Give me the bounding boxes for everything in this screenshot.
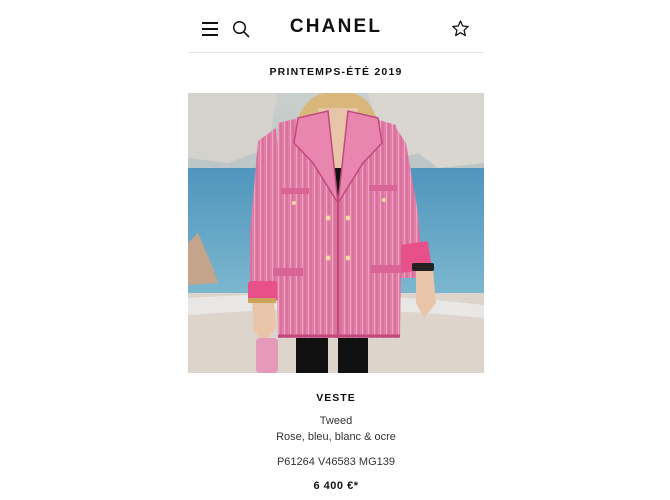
product-image[interactable] (188, 93, 484, 373)
product-colors: Rose, bleu, blanc & ocre (276, 431, 396, 443)
product-name[interactable]: VESTE (188, 392, 484, 404)
star-icon[interactable] (451, 19, 470, 38)
product-page: CHANEL PRINTEMPS-ÉTÉ 2019 VESTE Tweed Ro… (0, 0, 670, 500)
top-nav-bar: CHANEL (188, 0, 484, 53)
brand-logo[interactable]: CHANEL (188, 16, 484, 38)
product-price: 6 400 €* (313, 480, 359, 492)
product-material: Tweed (319, 415, 353, 427)
product-reference: P61264 V46583 MG139 (276, 456, 396, 468)
collection-title: PRINTEMPS-ÉTÉ 2019 (269, 66, 403, 78)
